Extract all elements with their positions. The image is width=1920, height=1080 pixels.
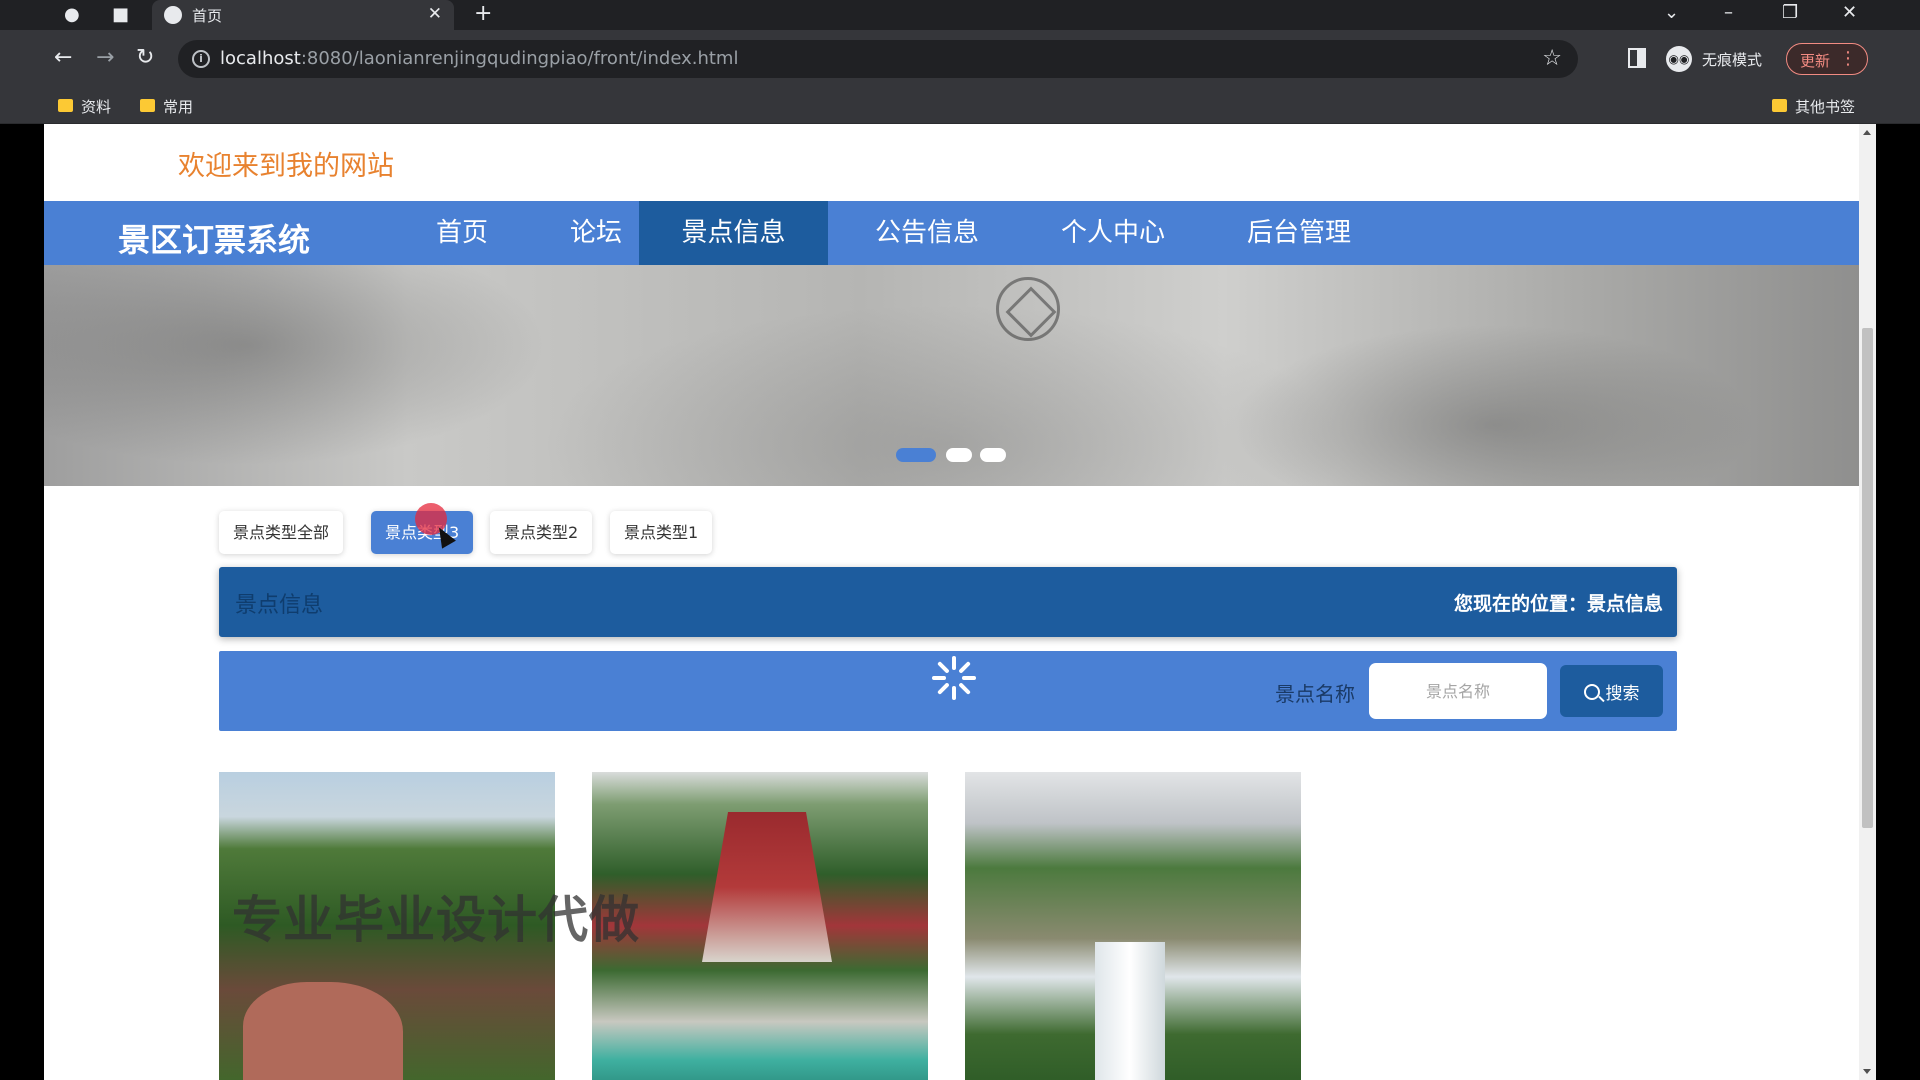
bookmark-label: 常用 <box>163 98 194 116</box>
minimize-icon[interactable]: – <box>1724 2 1733 23</box>
search-button[interactable]: 搜索 <box>1560 665 1663 717</box>
restore-icon[interactable]: ❐ <box>1782 2 1798 23</box>
side-panel-icon[interactable] <box>1628 48 1646 68</box>
carousel-dot[interactable] <box>896 448 936 462</box>
folder-icon <box>140 99 155 112</box>
page-scrollbar[interactable] <box>1859 124 1876 1080</box>
carousel-dot[interactable] <box>980 448 1006 462</box>
more-icon: ⋮ <box>1839 48 1857 69</box>
search-button-label: 搜索 <box>1605 683 1640 704</box>
bookmark-label: 资料 <box>81 98 112 116</box>
search-panel: 景点名称 搜索 <box>219 651 1677 731</box>
folder-icon <box>58 99 73 112</box>
loading-spinner-icon <box>932 656 976 700</box>
bookmark-folder[interactable]: 常用 <box>140 96 193 116</box>
nav-profile[interactable]: 个人中心 <box>1038 201 1188 265</box>
welcome-text: 欢迎来到我的网站 <box>178 151 394 182</box>
bookmark-star-icon[interactable]: ☆ <box>1542 46 1562 71</box>
other-bookmarks[interactable]: 其他书签 <box>1772 96 1855 116</box>
filter-chip-type1[interactable]: 景点类型1 <box>610 511 713 554</box>
info-icon[interactable]: i <box>192 50 210 68</box>
bookmarks-bar: 资料 常用 其他书签 <box>0 88 1920 124</box>
watermark-text: 专业毕业设计代做 <box>232 891 640 949</box>
tab-strip: ● ■ 首页 ✕ + ⌄ – ❐ ✕ <box>0 0 1920 30</box>
chrome-globe-icon[interactable]: ● <box>64 6 80 24</box>
address-bar[interactable]: i localhost:8080/laonianrenjingqudingpia… <box>178 40 1578 78</box>
attraction-card[interactable] <box>965 772 1301 1080</box>
tab-title: 首页 <box>192 7 223 25</box>
incognito-label: 无痕模式 <box>1702 51 1763 69</box>
url-path: :8080/laonianrenjingqudingpiao/front/ind… <box>300 48 739 69</box>
reload-icon[interactable]: ↻ <box>136 45 154 71</box>
breadcrumb: 景点信息 您现在的位置：景点信息 <box>219 567 1677 637</box>
incognito-icon[interactable]: ◉◉ <box>1666 46 1692 72</box>
section-title: 景点信息 <box>235 593 324 618</box>
location-text: 您现在的位置：景点信息 <box>1453 593 1663 615</box>
scroll-down-icon[interactable] <box>1863 1069 1871 1074</box>
forward-icon[interactable]: → <box>96 45 114 71</box>
tab-search-icon[interactable]: ■ <box>112 6 129 24</box>
search-input[interactable] <box>1369 663 1547 719</box>
site-brand[interactable]: 景区订票系统 <box>118 215 310 261</box>
search-label: 景点名称 <box>1275 682 1355 706</box>
url-text[interactable]: localhost:8080/laonianrenjingqudingpiao/… <box>220 48 738 69</box>
globe-icon <box>164 6 182 24</box>
bookmark-folder[interactable]: 资料 <box>58 96 111 116</box>
update-label: 更新 <box>1800 52 1831 70</box>
window-close-icon[interactable]: ✕ <box>1842 2 1857 23</box>
scroll-thumb[interactable] <box>1862 328 1873 828</box>
compass-icon <box>996 277 1060 341</box>
main-nav: 景区订票系统 首页 论坛 景点信息 公告信息 个人中心 后台管理 <box>44 201 1859 265</box>
carousel-dot[interactable] <box>946 448 972 462</box>
tab-home[interactable]: 首页 ✕ <box>152 0 454 30</box>
filter-chip-all[interactable]: 景点类型全部 <box>219 511 344 554</box>
card-image <box>1095 942 1165 1080</box>
nav-admin[interactable]: 后台管理 <box>1224 201 1374 265</box>
filter-chip-type2[interactable]: 景点类型2 <box>490 511 593 554</box>
back-icon[interactable]: ← <box>54 45 72 71</box>
attraction-card[interactable] <box>592 772 928 1080</box>
scroll-up-icon[interactable] <box>1863 130 1871 135</box>
new-tab-icon[interactable]: + <box>474 3 492 25</box>
bookmark-label: 其他书签 <box>1795 98 1856 116</box>
browser-window: ● ■ 首页 ✕ + ⌄ – ❐ ✕ ← → ↻ i localhost:808… <box>0 0 1920 1080</box>
card-image <box>243 982 403 1080</box>
page-viewport: 欢迎来到我的网站 景区订票系统 首页 论坛 景点信息 公告信息 个人中心 后台管… <box>44 124 1876 1080</box>
chevron-down-icon[interactable]: ⌄ <box>1664 2 1679 23</box>
card-image <box>702 812 832 962</box>
update-button[interactable]: 更新 ⋮ <box>1786 43 1868 75</box>
close-icon[interactable]: ✕ <box>428 4 442 24</box>
search-icon <box>1583 683 1600 700</box>
nav-home[interactable]: 首页 <box>402 201 522 265</box>
url-host: localhost <box>220 48 301 69</box>
folder-icon <box>1772 99 1787 112</box>
nav-announcements[interactable]: 公告信息 <box>852 201 1002 265</box>
nav-forum[interactable]: 论坛 <box>536 201 656 265</box>
address-toolbar: ← → ↻ i localhost:8080/laonianrenjingqud… <box>0 30 1920 88</box>
nav-attractions[interactable]: 景点信息 <box>639 201 828 265</box>
hero-banner <box>44 265 1859 486</box>
